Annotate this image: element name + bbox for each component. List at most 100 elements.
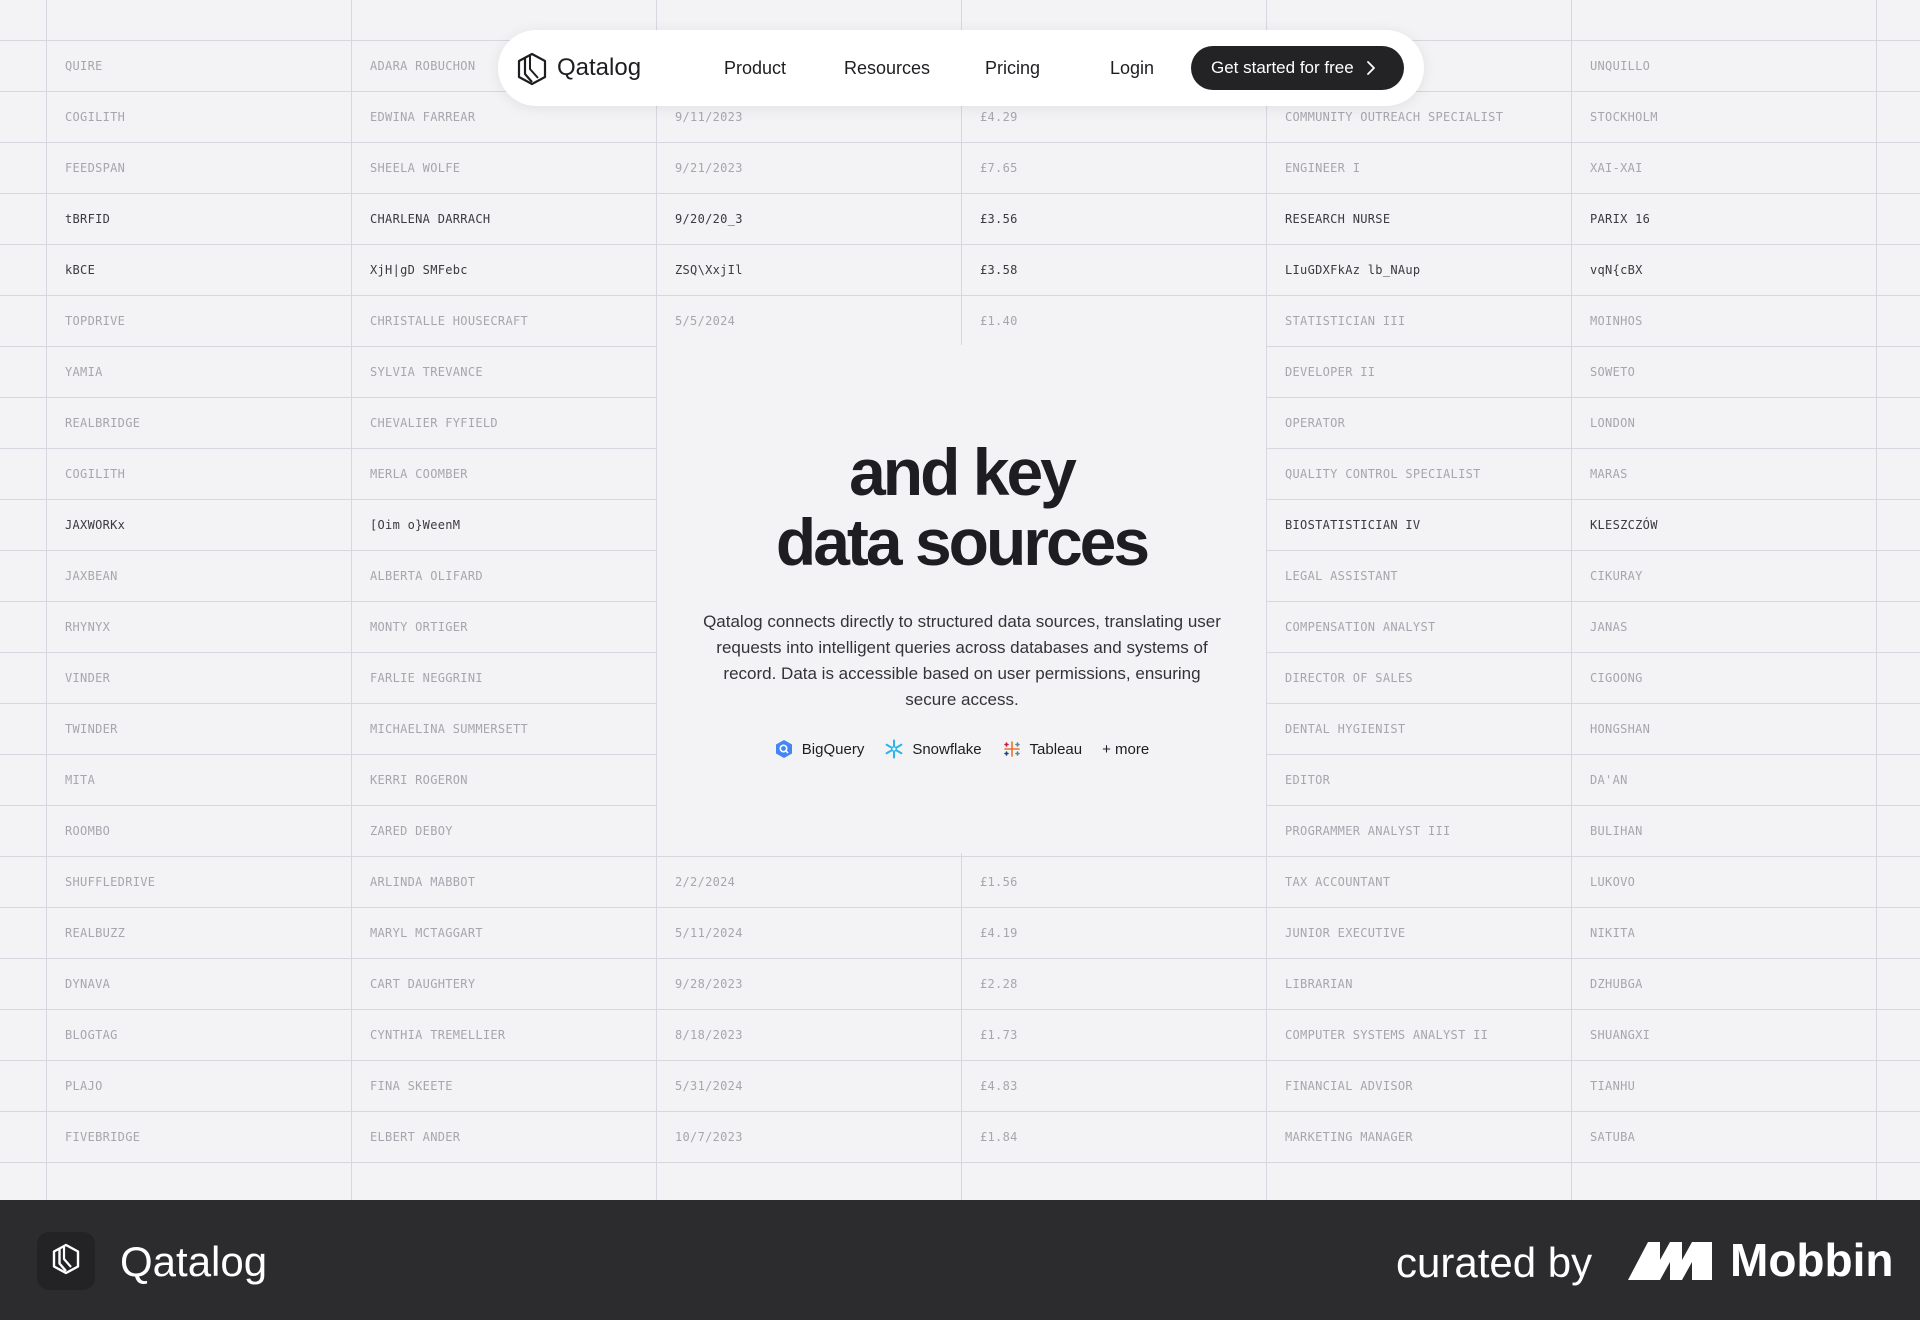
table-cell: SATUBA bbox=[1590, 1130, 1636, 1144]
table-cell: SHUANGXI bbox=[1590, 1028, 1651, 1042]
table-cell: COMPENSATION ANALYST bbox=[1285, 620, 1436, 634]
table-cell: FEEDSPAN bbox=[65, 161, 126, 175]
nav-link-resources[interactable]: Resources bbox=[844, 52, 930, 84]
table-cell: ELBERT ANDER bbox=[370, 1130, 461, 1144]
table-cell: MOINHOS bbox=[1590, 314, 1643, 328]
table-cell: 9/21/2023 bbox=[675, 161, 743, 175]
table-cell: LONDON bbox=[1590, 416, 1636, 430]
table-cell: £2.28 bbox=[980, 977, 1018, 991]
table-cell: FIVEBRIDGE bbox=[65, 1130, 141, 1144]
table-cell: TAX ACCOUNTANT bbox=[1285, 875, 1391, 889]
hero-title: and key data sources bbox=[657, 437, 1266, 577]
table-cell: £7.65 bbox=[980, 161, 1018, 175]
hero-section: and key data sources Qatalog connects di… bbox=[657, 345, 1266, 853]
table-cell: DEVELOPER II bbox=[1285, 365, 1376, 379]
hero-title-line-1: and key bbox=[849, 435, 1077, 509]
table-cell: TIANHU bbox=[1590, 1079, 1636, 1093]
table-cell: CHARLENA DARRACH bbox=[370, 212, 491, 226]
mobbin-wordmark: Mobbin bbox=[1730, 1234, 1894, 1286]
table-cell: MITA bbox=[65, 773, 96, 787]
table-row: BLOGTAG CYNTHIA TREMELLIER 8/18/2023 £1.73 C… bbox=[0, 1010, 1920, 1061]
hero-title-line-2: data sources bbox=[775, 505, 1150, 579]
footer-logo-tile bbox=[37, 1232, 95, 1290]
snowflake-icon bbox=[885, 739, 903, 759]
data-source-list: BigQuery Snowflake Tableau + more bbox=[657, 739, 1266, 759]
table-cell: JAXBEAN bbox=[65, 569, 118, 583]
table-cell: CYNTHIA TREMELLIER bbox=[370, 1028, 506, 1042]
get-started-button[interactable]: Get started for free bbox=[1191, 46, 1404, 90]
table-cell: CIGOONG bbox=[1590, 671, 1643, 685]
table-cell: ROOMBO bbox=[65, 824, 111, 838]
table-cell: £4.83 bbox=[980, 1079, 1018, 1093]
table-cell: PLAJO bbox=[65, 1079, 103, 1093]
table-cell: VINDER bbox=[65, 671, 111, 685]
table-cell: JUNIOR EXECUTIVE bbox=[1285, 926, 1406, 940]
table-cell: LIuGDXFkAz lb_NAup bbox=[1285, 263, 1421, 277]
source-tableau[interactable]: Tableau bbox=[1002, 739, 1083, 759]
table-cell: MONTY ORTIGER bbox=[370, 620, 468, 634]
table-cell: £1.40 bbox=[980, 314, 1018, 328]
qatalog-logo-icon[interactable] bbox=[516, 52, 548, 86]
table-row: tBRFID CHARLENA DARRACH 9/20/20_3 £3.56 RESE… bbox=[0, 194, 1920, 245]
table-cell: QUALITY CONTROL SPECIALIST bbox=[1285, 467, 1481, 481]
qatalog-logo-icon bbox=[52, 1243, 80, 1275]
table-cell: 5/11/2024 bbox=[675, 926, 743, 940]
nav-link-login[interactable]: Login bbox=[1110, 52, 1154, 84]
table-cell: BULIHAN bbox=[1590, 824, 1643, 838]
top-navbar: Qatalog Product Resources Pricing Login … bbox=[498, 30, 1424, 106]
table-cell: £1.84 bbox=[980, 1130, 1018, 1144]
table-cell: FINANCIAL ADVISOR bbox=[1285, 1079, 1413, 1093]
table-cell: ARLINDA MABBOT bbox=[370, 875, 476, 889]
table-cell: 5/31/2024 bbox=[675, 1079, 743, 1093]
table-cell: 9/28/2023 bbox=[675, 977, 743, 991]
nav-link-product[interactable]: Product bbox=[724, 52, 786, 84]
table-cell: £3.58 bbox=[980, 263, 1018, 277]
nav-link-pricing[interactable]: Pricing bbox=[985, 52, 1040, 84]
table-cell: MARYL MCTAGGART bbox=[370, 926, 483, 940]
table-row: FEEDSPAN SHEELA WOLFE 9/21/2023 £7.65 ENGINE… bbox=[0, 143, 1920, 194]
table-cell: TWINDER bbox=[65, 722, 118, 736]
source-label: Tableau bbox=[1029, 740, 1083, 758]
table-cell: [Oim o}WeenM bbox=[370, 518, 461, 532]
table-cell: HONGSHAN bbox=[1590, 722, 1651, 736]
table-cell: KERRI ROGERON bbox=[370, 773, 468, 787]
table-cell: ZARED DEBOY bbox=[370, 824, 453, 838]
table-cell: COGILITH bbox=[65, 467, 126, 481]
table-cell: UNQUILLO bbox=[1590, 59, 1651, 73]
table-cell: LUKOVO bbox=[1590, 875, 1636, 889]
table-cell: DIRECTOR OF SALES bbox=[1285, 671, 1413, 685]
table-cell: NIKITA bbox=[1590, 926, 1636, 940]
more-label: + more bbox=[1102, 740, 1150, 758]
source-bigquery[interactable]: BigQuery bbox=[774, 739, 864, 759]
table-cell: CIKURAY bbox=[1590, 569, 1643, 583]
hero-description: Qatalog connects directly to structured … bbox=[703, 612, 1221, 709]
table-cell: kBCE bbox=[65, 263, 96, 277]
table-row bbox=[0, 1163, 1920, 1200]
table-cell: 9/20/20_3 bbox=[675, 212, 743, 226]
table-row: REALBUZZ MARYL MCTAGGART 5/11/2024 £4.19 JUN… bbox=[0, 908, 1920, 959]
table-cell: MERLA COOMBER bbox=[370, 467, 468, 481]
table-row: PLAJO FINA SKEETE 5/31/2024 £4.83 FINANCIAL … bbox=[0, 1061, 1920, 1112]
curated-by-label: curated by bbox=[1396, 1239, 1593, 1286]
table-cell: LEGAL ASSISTANT bbox=[1285, 569, 1398, 583]
table-cell: RHYNYX bbox=[65, 620, 111, 634]
table-cell: XjH|gD SMFebc bbox=[370, 263, 468, 277]
table-cell: JANAS bbox=[1590, 620, 1628, 634]
table-cell: £4.19 bbox=[980, 926, 1018, 940]
nav-brand-name[interactable]: Qatalog bbox=[557, 52, 641, 84]
table-cell: DYNAVA bbox=[65, 977, 111, 991]
table-cell: SOWETO bbox=[1590, 365, 1636, 379]
table-cell: ENGINEER I bbox=[1285, 161, 1361, 175]
table-cell: DENTAL HYGIENIST bbox=[1285, 722, 1406, 736]
table-cell: XAI-XAI bbox=[1590, 161, 1643, 175]
table-cell: FINA SKEETE bbox=[370, 1079, 453, 1093]
get-started-label: Get started for free bbox=[1211, 58, 1354, 77]
table-cell: ALBERTA OLIFARD bbox=[370, 569, 483, 583]
table-row: DYNAVA CART DAUGHTERY 9/28/2023 £2.28 LIBRAR… bbox=[0, 959, 1920, 1010]
more-sources-link[interactable]: + more bbox=[1102, 741, 1149, 758]
table-cell: TOPDRIVE bbox=[65, 314, 126, 328]
table-cell: REALBUZZ bbox=[65, 926, 126, 940]
source-snowflake[interactable]: Snowflake bbox=[884, 739, 982, 759]
table-cell: YAMIA bbox=[65, 365, 103, 379]
table-cell: CHRISTALLE HOUSECRAFT bbox=[370, 314, 529, 328]
